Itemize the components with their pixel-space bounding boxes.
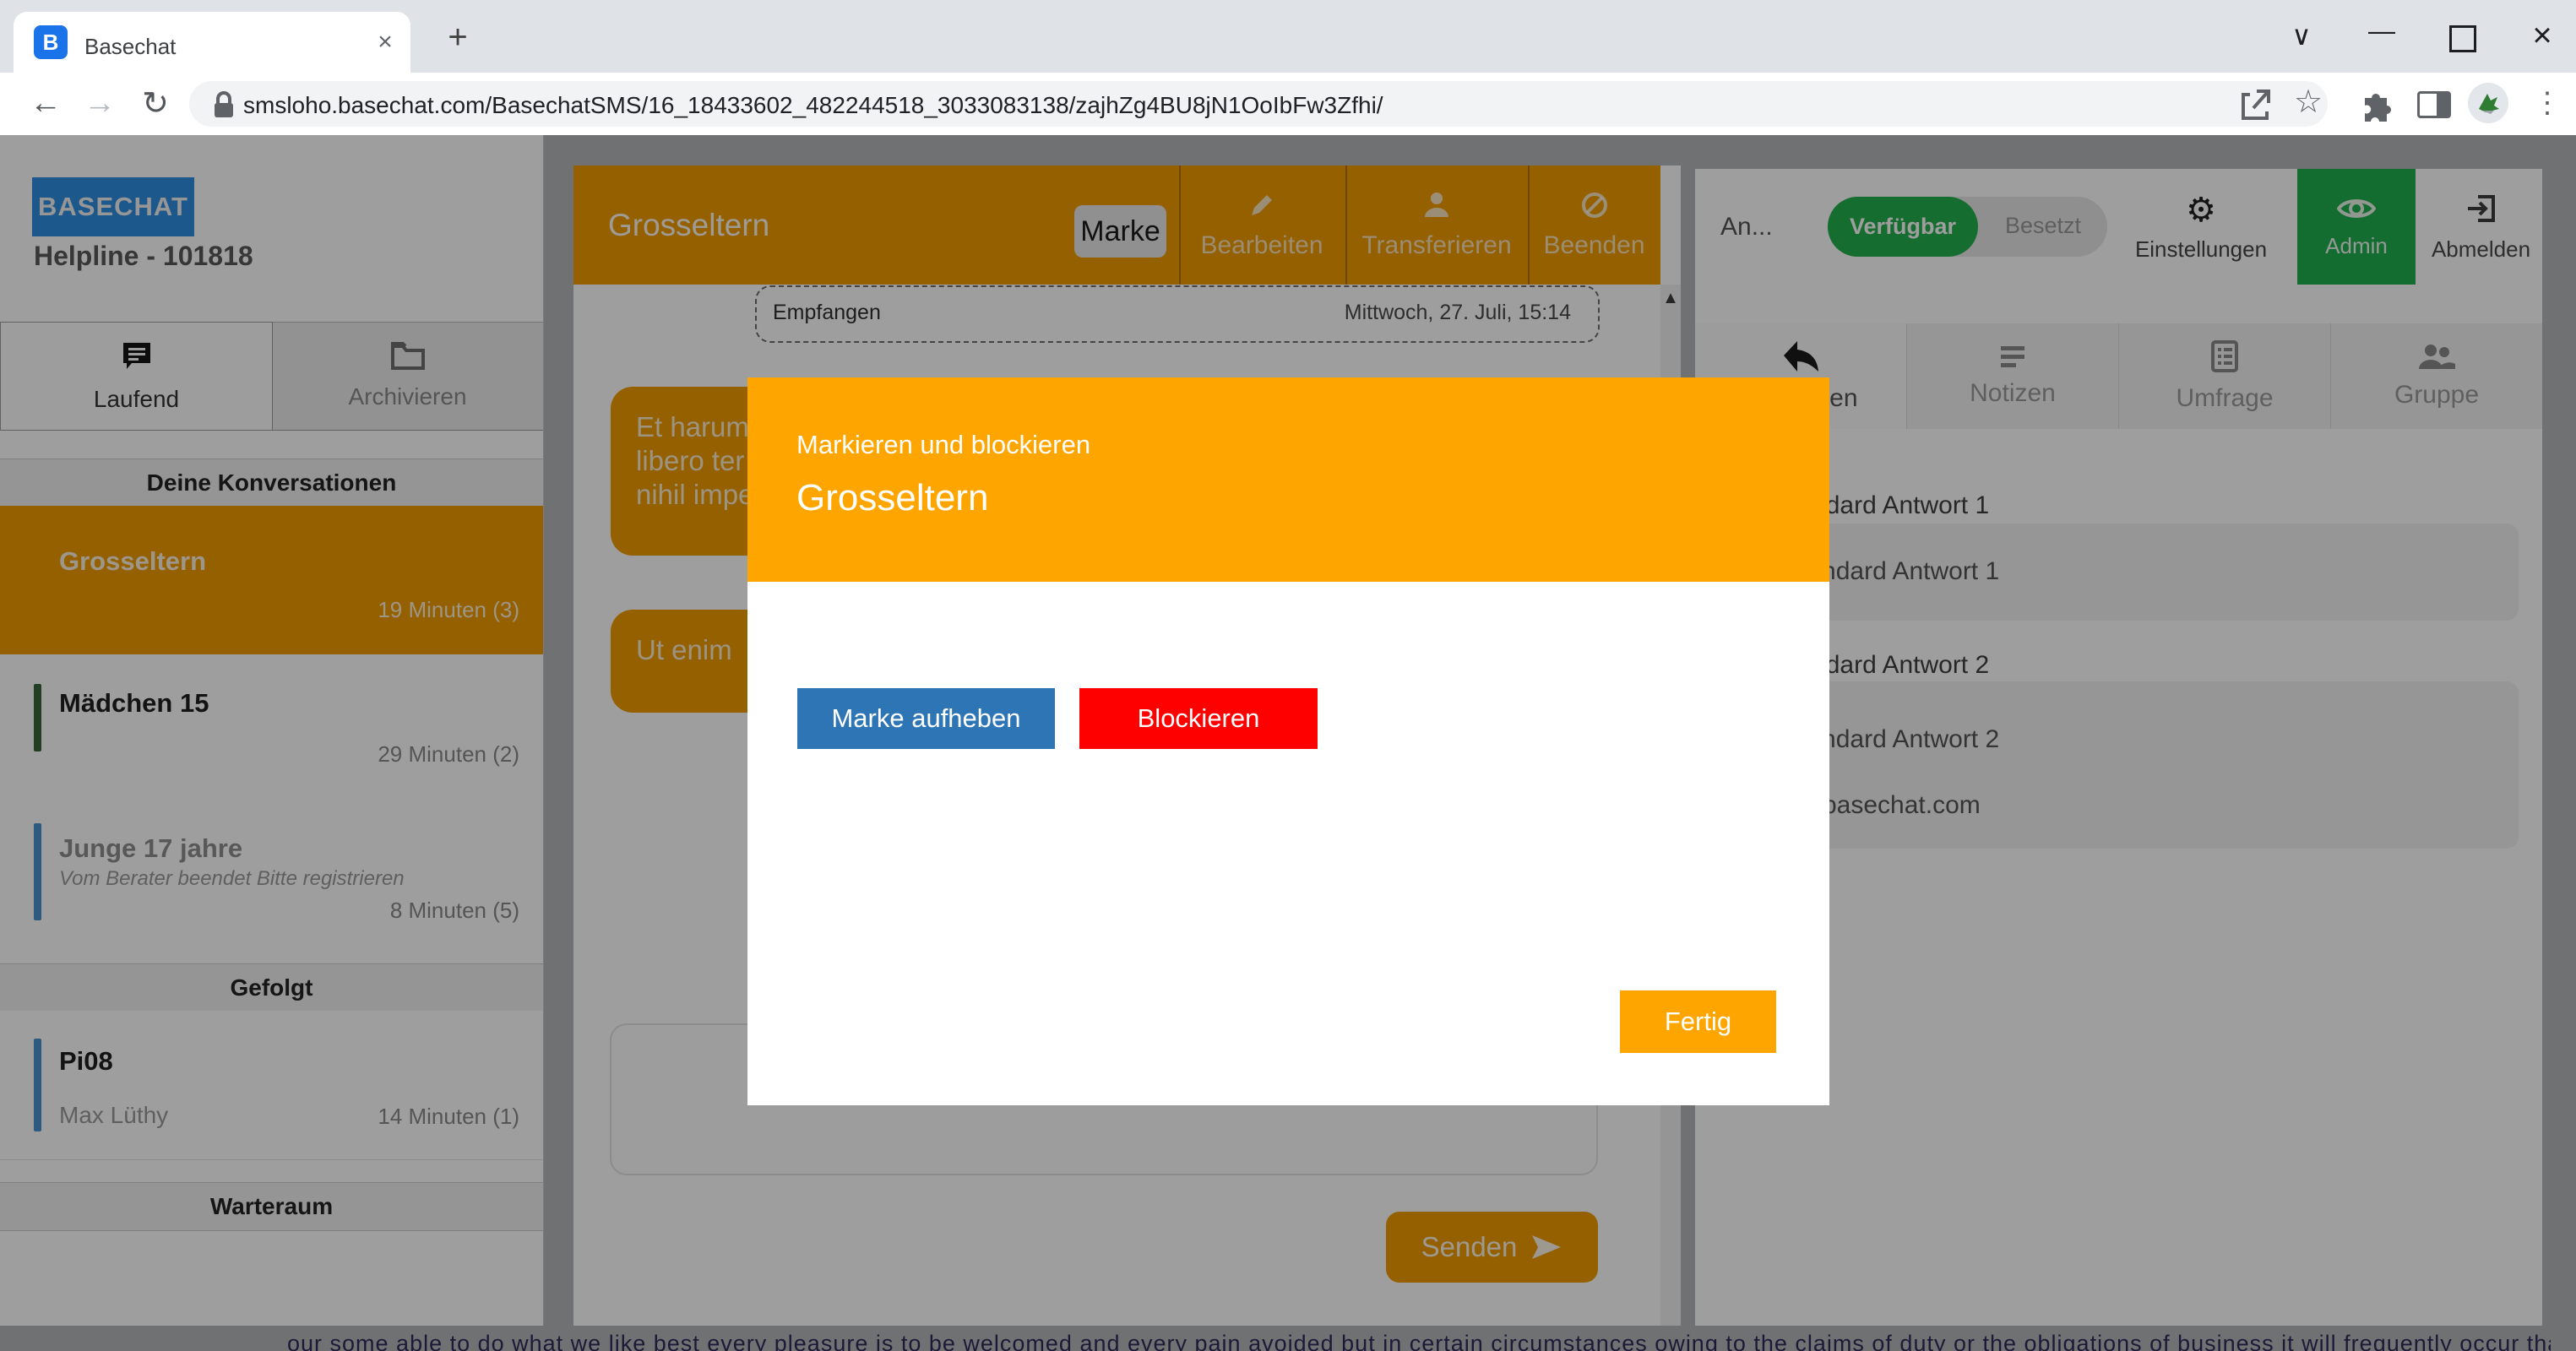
window-minimize-button[interactable]: — <box>2361 12 2403 49</box>
marke-aufheben-button[interactable]: Marke aufheben <box>797 688 1055 749</box>
favicon-letter: B <box>43 30 59 56</box>
markieren-blockieren-modal: Markieren und blockieren Grosseltern Mar… <box>747 377 1829 1105</box>
url-text: smsloho.basechat.com/BasechatSMS/16_1843… <box>243 92 1383 119</box>
basechat-favicon: B <box>34 25 68 59</box>
new-tab-button[interactable]: + <box>439 19 476 56</box>
side-panel-icon[interactable] <box>2417 91 2451 118</box>
profile-avatar[interactable] <box>2468 83 2508 123</box>
app-window: B Basechat × + ∨ — × ← → ↻ smsloho.basec… <box>0 0 2576 1351</box>
browser-menu-icon[interactable]: ⋮ <box>2530 83 2564 123</box>
share-icon[interactable] <box>2236 86 2274 128</box>
blockieren-button[interactable]: Blockieren <box>1079 688 1318 749</box>
modal-title: Markieren und blockieren <box>796 430 1090 460</box>
bookmark-star-icon[interactable]: ☆ <box>2294 83 2323 121</box>
window-maximize-button[interactable] <box>2449 25 2476 52</box>
extensions-icon[interactable] <box>2358 86 2395 128</box>
forward-button[interactable]: → <box>78 81 122 125</box>
back-button[interactable]: ← <box>24 81 68 125</box>
tab-title: Basechat <box>84 34 176 60</box>
browser-tab[interactable]: B Basechat × <box>14 12 410 73</box>
window-chevron-icon[interactable]: ∨ <box>2280 17 2323 54</box>
window-close-button[interactable]: × <box>2521 17 2563 54</box>
lock-icon <box>211 91 236 124</box>
modal-subject: Grosseltern <box>796 477 988 519</box>
tab-close-icon[interactable]: × <box>370 27 400 57</box>
reload-button[interactable]: ↻ <box>133 81 177 125</box>
fertig-button[interactable]: Fertig <box>1620 990 1776 1053</box>
